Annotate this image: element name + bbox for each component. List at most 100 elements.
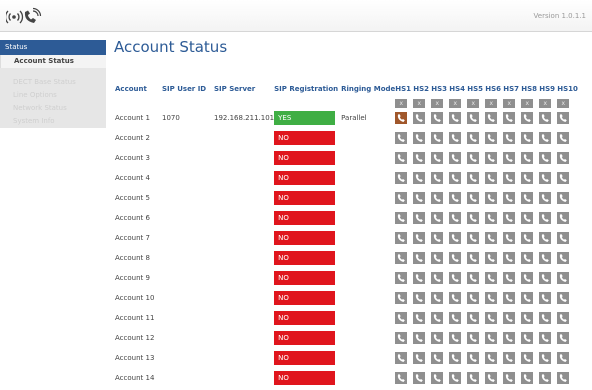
handset-icon[interactable]	[395, 192, 408, 204]
handset-icon[interactable]	[503, 152, 516, 164]
clear-hs2-button[interactable]: x	[413, 98, 426, 108]
handset-icon[interactable]	[557, 132, 570, 144]
clear-hs4-button[interactable]: x	[449, 98, 462, 108]
handset-icon[interactable]	[557, 312, 570, 324]
handset-icon[interactable]	[449, 252, 462, 264]
clear-hs10-button[interactable]: x	[557, 98, 570, 108]
handset-icon[interactable]	[557, 272, 570, 284]
handset-icon[interactable]	[449, 232, 462, 244]
handset-icon[interactable]	[413, 332, 426, 344]
handset-icon[interactable]	[521, 212, 534, 224]
handset-icon[interactable]	[485, 112, 498, 124]
handset-icon[interactable]	[449, 372, 462, 384]
handset-icon[interactable]	[521, 112, 534, 124]
handset-icon[interactable]	[467, 232, 480, 244]
handset-icon[interactable]	[431, 112, 444, 124]
handset-icon[interactable]	[557, 352, 570, 364]
handset-icon[interactable]	[449, 312, 462, 324]
handset-icon[interactable]	[413, 372, 426, 384]
handset-icon[interactable]	[395, 332, 408, 344]
handset-icon[interactable]	[521, 312, 534, 324]
handset-icon[interactable]	[449, 332, 462, 344]
handset-icon[interactable]	[395, 212, 408, 224]
handset-icon[interactable]	[485, 352, 498, 364]
handset-icon[interactable]	[395, 352, 408, 364]
handset-icon[interactable]	[539, 252, 552, 264]
handset-icon[interactable]	[485, 292, 498, 304]
handset-icon[interactable]	[431, 312, 444, 324]
handset-icon[interactable]	[413, 172, 426, 184]
handset-icon[interactable]	[467, 152, 480, 164]
handset-icon[interactable]	[449, 132, 462, 144]
handset-icon[interactable]	[539, 332, 552, 344]
handset-icon[interactable]	[431, 332, 444, 344]
handset-icon[interactable]	[539, 372, 552, 384]
handset-icon[interactable]	[539, 132, 552, 144]
handset-icon[interactable]	[485, 272, 498, 284]
clear-hs8-button[interactable]: x	[521, 98, 534, 108]
handset-icon[interactable]	[539, 292, 552, 304]
handset-icon[interactable]	[449, 272, 462, 284]
handset-icon[interactable]	[413, 132, 426, 144]
handset-icon[interactable]	[431, 272, 444, 284]
handset-icon[interactable]	[539, 232, 552, 244]
handset-icon[interactable]	[431, 232, 444, 244]
sidebar-item-network-status[interactable]: Network Status	[0, 102, 106, 115]
sidebar-item-system-info[interactable]: System Info	[0, 115, 106, 128]
handset-icon[interactable]	[539, 272, 552, 284]
handset-icon[interactable]	[467, 292, 480, 304]
handset-icon[interactable]	[503, 212, 516, 224]
handset-icon[interactable]	[431, 252, 444, 264]
handset-icon[interactable]	[485, 252, 498, 264]
handset-icon[interactable]	[413, 312, 426, 324]
handset-icon[interactable]	[395, 112, 408, 124]
handset-icon[interactable]	[503, 172, 516, 184]
handset-icon[interactable]	[413, 152, 426, 164]
handset-icon[interactable]	[431, 132, 444, 144]
sidebar-item-status[interactable]: Status	[0, 40, 106, 55]
handset-icon[interactable]	[503, 292, 516, 304]
handset-icon[interactable]	[503, 372, 516, 384]
handset-icon[interactable]	[413, 232, 426, 244]
handset-icon[interactable]	[431, 172, 444, 184]
handset-icon[interactable]	[521, 352, 534, 364]
handset-icon[interactable]	[395, 172, 408, 184]
handset-icon[interactable]	[557, 232, 570, 244]
handset-icon[interactable]	[449, 192, 462, 204]
handset-icon[interactable]	[557, 112, 570, 124]
handset-icon[interactable]	[539, 312, 552, 324]
clear-hs9-button[interactable]: x	[539, 98, 552, 108]
handset-icon[interactable]	[557, 172, 570, 184]
handset-icon[interactable]	[413, 212, 426, 224]
handset-icon[interactable]	[521, 132, 534, 144]
handset-icon[interactable]	[395, 272, 408, 284]
handset-icon[interactable]	[557, 212, 570, 224]
handset-icon[interactable]	[413, 352, 426, 364]
handset-icon[interactable]	[503, 312, 516, 324]
handset-icon[interactable]	[503, 332, 516, 344]
handset-icon[interactable]	[413, 292, 426, 304]
handset-icon[interactable]	[449, 352, 462, 364]
handset-icon[interactable]	[467, 312, 480, 324]
handset-icon[interactable]	[485, 332, 498, 344]
clear-hs6-button[interactable]: x	[485, 98, 498, 108]
handset-icon[interactable]	[539, 212, 552, 224]
handset-icon[interactable]	[539, 192, 552, 204]
handset-icon[interactable]	[395, 372, 408, 384]
handset-icon[interactable]	[503, 252, 516, 264]
handset-icon[interactable]	[467, 352, 480, 364]
handset-icon[interactable]	[557, 372, 570, 384]
handset-icon[interactable]	[521, 332, 534, 344]
handset-icon[interactable]	[503, 132, 516, 144]
handset-icon[interactable]	[449, 212, 462, 224]
handset-icon[interactable]	[467, 192, 480, 204]
handset-icon[interactable]	[503, 232, 516, 244]
handset-icon[interactable]	[485, 192, 498, 204]
handset-icon[interactable]	[521, 292, 534, 304]
handset-icon[interactable]	[485, 232, 498, 244]
handset-icon[interactable]	[449, 292, 462, 304]
handset-icon[interactable]	[503, 192, 516, 204]
handset-icon[interactable]	[485, 312, 498, 324]
handset-icon[interactable]	[557, 192, 570, 204]
handset-icon[interactable]	[395, 312, 408, 324]
